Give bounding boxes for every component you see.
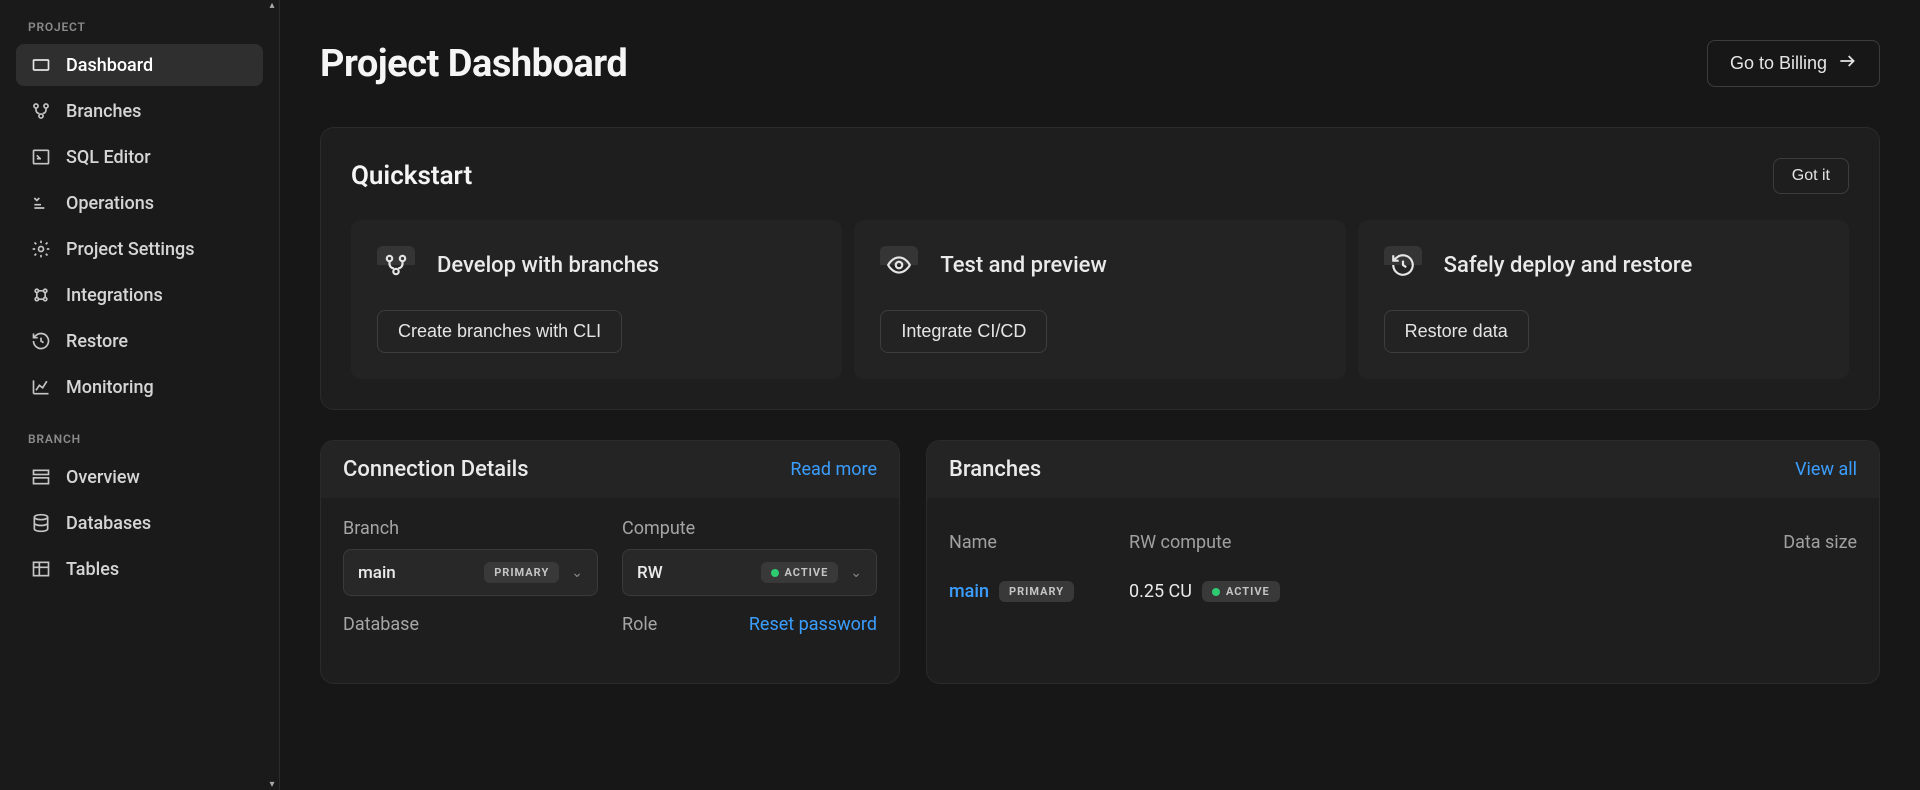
section-label-project: PROJECT: [16, 0, 263, 44]
branch-select[interactable]: main PRIMARY ⌄: [343, 549, 598, 596]
sidebar-item-label: Project Settings: [66, 239, 194, 260]
sidebar-item-label: Integrations: [66, 285, 163, 306]
branches-title: Branches: [949, 457, 1041, 482]
sidebar-item-monitoring[interactable]: Monitoring: [16, 366, 263, 408]
sidebar-item-project-settings[interactable]: Project Settings: [16, 228, 263, 270]
branches-panel: Branches View all Name RW compute Data s…: [926, 440, 1880, 684]
read-more-link[interactable]: Read more: [790, 459, 877, 480]
active-badge: ACTIVE: [761, 562, 839, 583]
database-label: Database: [343, 614, 598, 635]
compute-value: 0.25 CU: [1129, 581, 1192, 602]
compute-label: Compute: [622, 518, 877, 539]
reset-password-link[interactable]: Reset password: [749, 614, 877, 635]
quickstart-card-deploy: Safely deploy and restore Restore data: [1358, 220, 1849, 379]
gear-icon: [30, 238, 52, 260]
sidebar-item-label: Restore: [66, 331, 128, 352]
chevron-down-icon: ⌄: [850, 565, 862, 581]
column-rw: RW compute: [1129, 532, 1359, 553]
sidebar-item-label: Operations: [66, 193, 154, 214]
sidebar: ▴ PROJECT Dashboard Branches SQL Editor …: [0, 0, 280, 790]
quickstart-card-develop: Develop with branches Create branches wi…: [351, 220, 842, 379]
connection-details-title: Connection Details: [343, 457, 529, 482]
monitoring-icon: [30, 376, 52, 398]
section-label-branch: BRANCH: [16, 412, 263, 456]
page-header: Project Dashboard Go to Billing: [320, 40, 1880, 87]
tables-icon: [30, 558, 52, 580]
active-badge: ACTIVE: [1202, 581, 1280, 602]
sidebar-item-operations[interactable]: Operations: [16, 182, 263, 224]
button-label: Go to Billing: [1730, 53, 1827, 74]
got-it-button[interactable]: Got it: [1773, 158, 1849, 194]
view-all-link[interactable]: View all: [1795, 459, 1857, 480]
restore-clock-icon: [1384, 246, 1422, 284]
preview-icon: [880, 246, 918, 284]
compute-select[interactable]: RW ACTIVE ⌄: [622, 549, 877, 596]
compute-value: RW: [637, 563, 663, 583]
scroll-up-arrow[interactable]: ▴: [265, 0, 279, 11]
column-size: Data size: [1379, 532, 1857, 553]
sidebar-item-label: Overview: [66, 467, 140, 488]
sidebar-item-branches[interactable]: Branches: [16, 90, 263, 132]
sidebar-item-label: SQL Editor: [66, 147, 151, 168]
sql-icon: [30, 146, 52, 168]
operations-icon: [30, 192, 52, 214]
quickstart-card-test: Test and preview Integrate CI/CD: [854, 220, 1345, 379]
quickstart-panel: Quickstart Got it Develop with branches …: [320, 127, 1880, 410]
branch-name-link[interactable]: main: [949, 581, 989, 602]
connection-details-panel: Connection Details Read more Branch main…: [320, 440, 900, 684]
primary-badge: PRIMARY: [999, 581, 1074, 602]
table-row[interactable]: main PRIMARY 0.25 CU ACTIVE: [949, 567, 1857, 616]
branches-icon: [377, 246, 415, 284]
card-title: Develop with branches: [437, 253, 659, 278]
page-title: Project Dashboard: [320, 42, 627, 86]
sidebar-item-label: Dashboard: [66, 55, 153, 76]
scroll-down-arrow[interactable]: ▾: [265, 779, 279, 790]
sidebar-item-restore[interactable]: Restore: [16, 320, 263, 362]
sidebar-item-tables[interactable]: Tables: [16, 548, 263, 590]
overview-icon: [30, 466, 52, 488]
databases-icon: [30, 512, 52, 534]
branch-label: Branch: [343, 518, 598, 539]
sidebar-item-integrations[interactable]: Integrations: [16, 274, 263, 316]
status-dot-icon: [771, 569, 779, 577]
arrow-right-icon: [1837, 51, 1857, 76]
main-content: Project Dashboard Go to Billing Quicksta…: [280, 0, 1920, 790]
sidebar-item-label: Monitoring: [66, 377, 154, 398]
integrate-cicd-button[interactable]: Integrate CI/CD: [880, 310, 1047, 353]
sidebar-item-label: Branches: [66, 101, 141, 122]
go-to-billing-button[interactable]: Go to Billing: [1707, 40, 1880, 87]
primary-badge: PRIMARY: [484, 562, 559, 583]
sidebar-item-overview[interactable]: Overview: [16, 456, 263, 498]
sidebar-item-label: Databases: [66, 513, 151, 534]
restore-data-button[interactable]: Restore data: [1384, 310, 1529, 353]
sidebar-item-dashboard[interactable]: Dashboard: [16, 44, 263, 86]
card-title: Test and preview: [940, 253, 1106, 278]
restore-icon: [30, 330, 52, 352]
integrations-icon: [30, 284, 52, 306]
status-dot-icon: [1212, 588, 1220, 596]
dashboard-icon: [30, 54, 52, 76]
column-name: Name: [949, 532, 1109, 553]
role-label: Role: [622, 614, 657, 635]
card-title: Safely deploy and restore: [1444, 253, 1693, 278]
chevron-down-icon: ⌄: [571, 565, 583, 581]
sidebar-item-label: Tables: [66, 559, 119, 580]
branches-table-head: Name RW compute Data size: [949, 518, 1857, 567]
sidebar-item-sql-editor[interactable]: SQL Editor: [16, 136, 263, 178]
sidebar-item-databases[interactable]: Databases: [16, 502, 263, 544]
branches-icon: [30, 100, 52, 122]
branch-value: main: [358, 563, 396, 583]
create-branches-button[interactable]: Create branches with CLI: [377, 310, 622, 353]
quickstart-title: Quickstart: [351, 161, 472, 191]
